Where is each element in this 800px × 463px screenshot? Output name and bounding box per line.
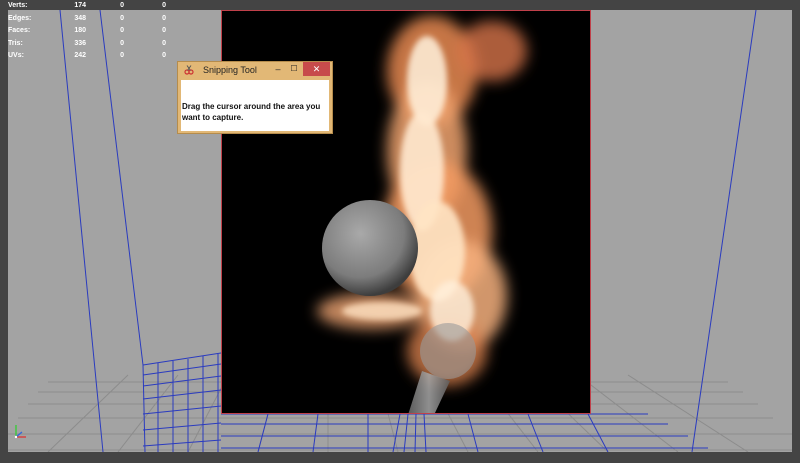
hud-row-edges: Edges: 348 0 0 [8,15,178,28]
maximize-button[interactable]: ☐ [287,62,301,76]
hud-value: 0 [162,14,166,22]
hud-value: 0 [120,52,124,59]
hud-value: 0 [120,2,124,9]
3d-viewport[interactable] [8,10,792,452]
app-frame: Verts: 174 0 0 Edges: 348 0 0 Faces: 180… [0,0,800,463]
hud-row-faces: Faces: 180 0 0 [8,27,178,40]
snipping-tool-body: Drag the cursor around the area you want… [181,80,329,131]
scissors-icon [184,65,194,75]
hud-value: 180 [74,27,86,34]
snipping-tool-window[interactable]: Snipping Tool – ☐ ✕ Drag the cursor arou… [177,61,333,134]
minimize-button[interactable]: – [271,62,285,76]
snipping-tool-titlebar[interactable]: Snipping Tool – ☐ ✕ [178,62,332,78]
hud-value: 0 [120,14,124,22]
hud-value: 0 [120,39,124,47]
hud-value: 336 [74,39,86,47]
hud-label: UVs: [8,52,24,59]
poly-count-hud: Verts: 174 0 0 Edges: 348 0 0 Faces: 180… [8,2,178,65]
hud-value: 0 [120,27,124,34]
instruction-text: Drag the cursor around the area you want… [182,102,321,122]
hud-row-uvs: UVs: 242 0 0 [8,52,178,65]
hud-value: 0 [162,39,166,47]
axis-gizmo-icon [14,425,26,439]
hud-value: 242 [74,52,86,59]
window-title: Snipping Tool [203,65,257,75]
hud-label: Faces: [8,27,31,34]
hud-value: 0 [162,27,166,34]
hud-label: Verts: [8,2,28,9]
hud-label: Edges: [8,14,32,22]
sphere-object [322,200,418,296]
hud-value: 174 [74,2,86,9]
hud-row-tris: Tris: 336 0 0 [8,40,178,53]
hud-row-verts: Verts: 174 0 0 [8,2,178,15]
hud-value: 348 [74,14,86,22]
hud-label: Tris: [8,39,23,47]
hud-value: 0 [162,2,166,9]
hud-value: 0 [162,52,166,59]
close-button[interactable]: ✕ [303,62,330,76]
